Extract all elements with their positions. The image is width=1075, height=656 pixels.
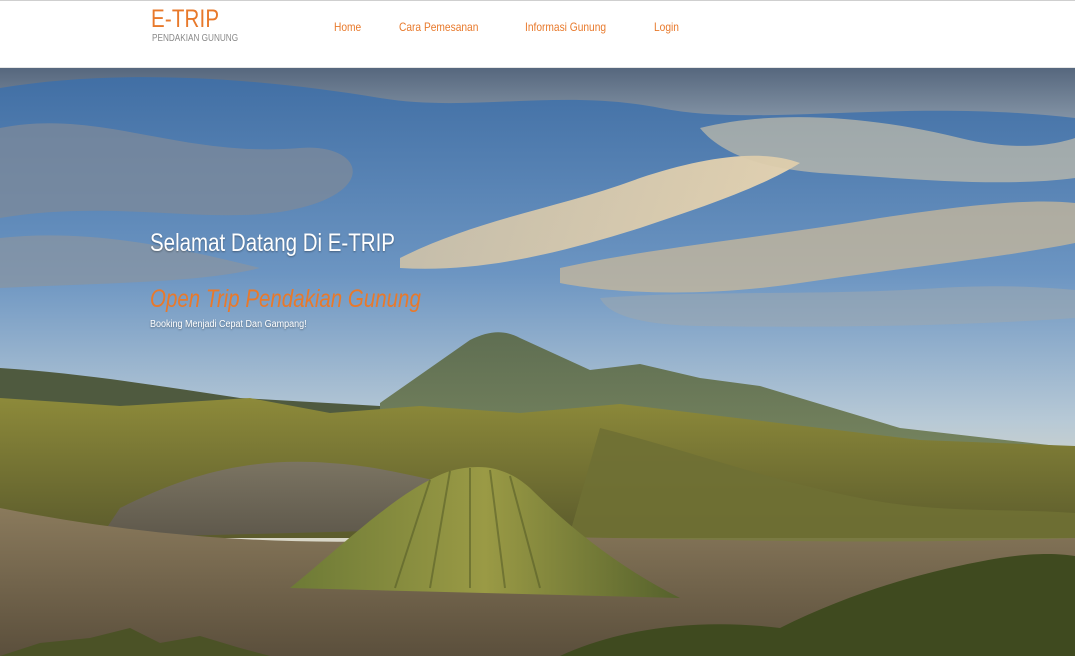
nav-item-informasi-gunung[interactable]: Informasi Gunung: [525, 20, 606, 34]
nav-item-login[interactable]: Login: [654, 20, 679, 34]
hero-background-image: [0, 68, 1075, 656]
hero-heading: Selamat Datang Di E-TRIP: [150, 229, 395, 257]
hero-content: Selamat Datang Di E-TRIP Open Trip Penda…: [150, 228, 480, 332]
nav-item-cara-pemesanan[interactable]: Cara Pemesanan: [399, 20, 478, 34]
hero-tagline: Open Trip Pendakian Gunung: [150, 285, 421, 313]
brand-logo[interactable]: E-TRIP PENDAKIAN GUNUNG: [151, 5, 257, 44]
brand-subtitle: PENDAKIAN GUNUNG: [152, 33, 239, 44]
main-nav: Home Cara Pemesanan Informasi Gunung Log…: [334, 20, 716, 34]
nav-item-home[interactable]: Home: [334, 20, 361, 34]
navbar: E-TRIP PENDAKIAN GUNUNG Home Cara Pemesa…: [0, 1, 1075, 68]
hero-subtext: Booking Menjadi Cepat Dan Gampang!: [150, 319, 307, 330]
hero-banner: Selamat Datang Di E-TRIP Open Trip Penda…: [0, 68, 1075, 656]
brand-title: E-TRIP: [151, 5, 220, 33]
